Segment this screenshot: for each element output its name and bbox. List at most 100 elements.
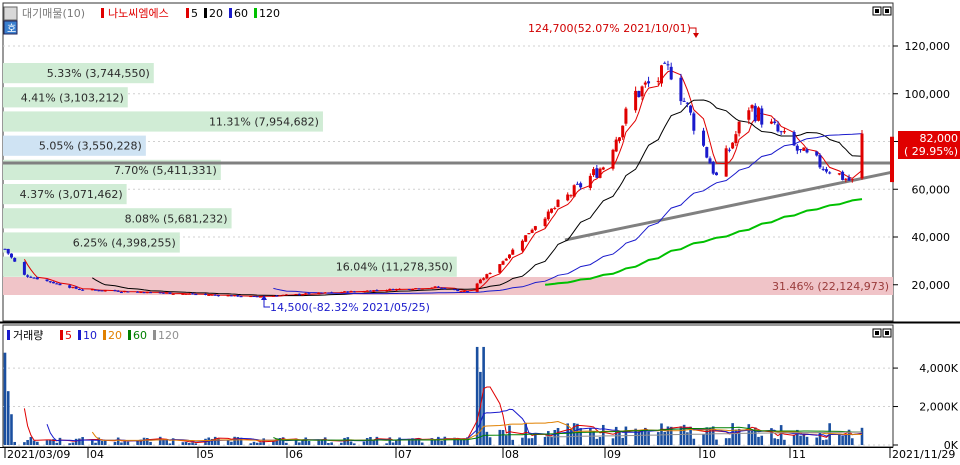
- candle: [504, 258, 508, 261]
- last-change: ( 29.95%): [904, 145, 958, 158]
- candle: [116, 290, 120, 292]
- candle: [126, 291, 130, 293]
- candle: [258, 296, 262, 298]
- candle: [307, 293, 311, 295]
- ma-legend-label: 120: [158, 329, 179, 342]
- candle: [94, 289, 98, 291]
- candle: [773, 121, 777, 124]
- candle: [326, 292, 330, 294]
- volume-bar: [3, 352, 7, 445]
- candle: [22, 262, 26, 275]
- candle: [656, 80, 660, 82]
- x-tick-label: 07: [398, 448, 412, 461]
- volume-bar: [372, 440, 375, 445]
- candle: [769, 121, 773, 124]
- volume-bar: [598, 437, 602, 445]
- volume-bar: [29, 436, 33, 445]
- candle: [553, 207, 557, 209]
- candle: [271, 295, 275, 297]
- y-tick-label: 100,000: [905, 88, 951, 101]
- candle: [465, 291, 469, 293]
- candle: [233, 295, 237, 297]
- candle: [702, 130, 706, 146]
- candle: [776, 124, 780, 132]
- volume-bar: [530, 438, 534, 445]
- candle: [58, 283, 62, 286]
- x-tick-label: 06: [289, 448, 303, 461]
- candle: [482, 278, 486, 280]
- volume-bar: [230, 441, 233, 445]
- volume-bar: [304, 437, 308, 445]
- candle: [100, 290, 104, 292]
- candle: [760, 108, 764, 125]
- volume-bar: [13, 441, 17, 445]
- candle: [207, 294, 211, 296]
- legend-toggle-icon[interactable]: [3, 6, 18, 21]
- candle: [601, 167, 605, 170]
- volume-bar: [184, 441, 188, 445]
- candle: [55, 283, 59, 285]
- volume-bar: [191, 442, 194, 445]
- candle: [727, 149, 731, 151]
- ma-legend-swatch: [229, 8, 232, 18]
- candle: [624, 108, 628, 124]
- candle: [520, 240, 524, 251]
- volume-profile-label: 4.41% (3,103,212): [21, 91, 124, 104]
- volume-bar: [365, 438, 369, 445]
- candle: [252, 296, 256, 298]
- candle: [815, 151, 819, 156]
- x-tick-label: 10: [702, 448, 716, 461]
- volume-bar: [647, 431, 650, 445]
- volume-bar: [395, 440, 398, 445]
- min-annotation-text: 14,500(-82.32% 2021/05/25): [270, 301, 430, 314]
- volume-bar: [78, 438, 81, 445]
- volume-bar: [592, 431, 595, 445]
- volume-profile-label: 7.70% (5,411,331): [114, 164, 217, 177]
- candle: [708, 158, 712, 164]
- volume-bar: [637, 431, 641, 445]
- candle: [530, 229, 534, 233]
- volume-bar: [142, 437, 146, 445]
- volume-profile-label: 16.04% (11,278,350): [336, 261, 453, 274]
- volume-bar: [352, 443, 356, 445]
- candle: [802, 147, 806, 151]
- volume-bar: [71, 442, 75, 445]
- x-tick-label: 04: [90, 448, 104, 461]
- candle: [647, 81, 651, 84]
- candle: [556, 199, 560, 207]
- volume-bar: [660, 423, 663, 445]
- volume-bar: [307, 441, 311, 445]
- candle: [249, 296, 253, 298]
- candle: [462, 291, 466, 293]
- candle: [158, 292, 162, 294]
- candle: [26, 275, 30, 277]
- volume-bar: [521, 437, 524, 445]
- candle: [52, 281, 56, 284]
- volume-bar: [194, 443, 198, 445]
- candle: [375, 290, 379, 292]
- candle: [48, 281, 52, 283]
- volume-bar: [488, 437, 492, 445]
- candle: [550, 208, 554, 213]
- candle: [443, 287, 447, 290]
- candle: [362, 291, 366, 293]
- volume-bar: [838, 433, 841, 445]
- candle: [795, 145, 799, 151]
- candle: [569, 195, 573, 197]
- volume-bar: [708, 427, 712, 445]
- candle: [440, 287, 444, 289]
- candle: [204, 293, 208, 295]
- volume-bar: [375, 436, 379, 445]
- candle: [275, 295, 279, 297]
- candle: [837, 173, 841, 175]
- volume-bar: [26, 440, 29, 445]
- volume-bar: [6, 391, 10, 445]
- volume-bar: [249, 443, 253, 445]
- candle: [533, 226, 537, 230]
- volume-bar: [501, 430, 505, 445]
- volume-profile-label: 8.08% (5,681,232): [125, 212, 228, 225]
- candle: [617, 137, 621, 141]
- volume-bar: [58, 437, 62, 445]
- candle: [372, 290, 376, 292]
- volume-bar: [841, 435, 844, 445]
